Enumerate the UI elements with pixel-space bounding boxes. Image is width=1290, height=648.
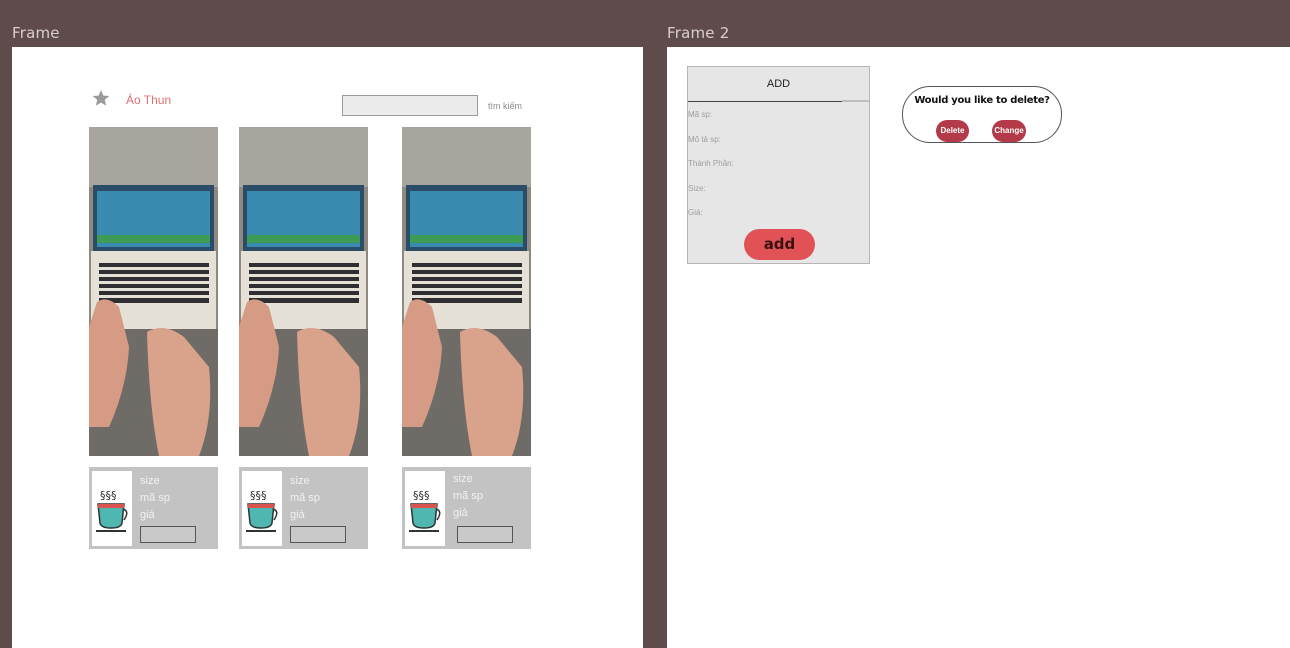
product-size-label: size	[453, 473, 473, 485]
svg-text:§§§: §§§	[413, 489, 430, 502]
delete-button[interactable]: Delete	[936, 120, 969, 142]
change-button[interactable]: Change	[992, 120, 1026, 142]
add-button[interactable]: add	[744, 229, 815, 260]
svg-text:§§§: §§§	[250, 489, 267, 502]
product-info-card: §§§ size mã sp giá	[402, 467, 531, 549]
product-price-input[interactable]	[457, 526, 513, 543]
product-code-label: mã sp	[140, 492, 170, 504]
product-photo[interactable]	[402, 127, 531, 456]
add-panel-title: ADD	[688, 67, 869, 102]
product-photo[interactable]	[89, 127, 218, 456]
product-info-card: §§§ size mã sp giá	[89, 467, 218, 549]
add-product-panel: ADD Mã sp: Mô tả sp: Thành Phần: Size: G…	[687, 66, 870, 264]
frame-2-label: Frame 2	[667, 24, 730, 42]
brand-title[interactable]: Áo Thun	[126, 93, 171, 107]
field-label-description[interactable]: Mô tả sp:	[688, 135, 721, 144]
coffee-cup-icon: §§§	[92, 471, 132, 546]
product-price-input[interactable]	[290, 526, 346, 543]
field-label-code[interactable]: Mã sp:	[688, 110, 712, 119]
product-size-label: size	[290, 475, 310, 487]
divider	[842, 100, 869, 102]
search-label[interactable]: tìm kiếm	[488, 101, 522, 111]
field-label-composition[interactable]: Thành Phần:	[688, 159, 734, 168]
product-price-label: giá	[140, 509, 155, 521]
delete-dialog: Would you like to delete? Delete Change	[902, 86, 1062, 143]
frame-1-label: Frame	[12, 24, 60, 42]
product-price-label: giá	[290, 509, 305, 521]
product-price-label: giá	[453, 507, 468, 519]
product-info-card: §§§ size mã sp giá	[239, 467, 368, 549]
frame-1: Áo Thun tìm kiếm §§§ size mã sp giá §§§ …	[12, 47, 643, 648]
product-photo[interactable]	[239, 127, 368, 456]
search-input[interactable]	[342, 95, 478, 116]
field-label-size[interactable]: Size:	[688, 184, 706, 193]
coffee-cup-icon: §§§	[242, 471, 282, 546]
product-size-label: size	[140, 475, 160, 487]
product-price-input[interactable]	[140, 526, 196, 543]
product-code-label: mã sp	[290, 492, 320, 504]
coffee-cup-icon: §§§	[405, 471, 445, 546]
svg-text:§§§: §§§	[100, 489, 117, 502]
frame-2: ADD Mã sp: Mô tả sp: Thành Phần: Size: G…	[667, 47, 1290, 648]
product-code-label: mã sp	[453, 490, 483, 502]
delete-question: Would you like to delete?	[914, 95, 1050, 106]
star-icon[interactable]	[92, 89, 110, 107]
field-label-price[interactable]: Giá:	[688, 208, 703, 217]
